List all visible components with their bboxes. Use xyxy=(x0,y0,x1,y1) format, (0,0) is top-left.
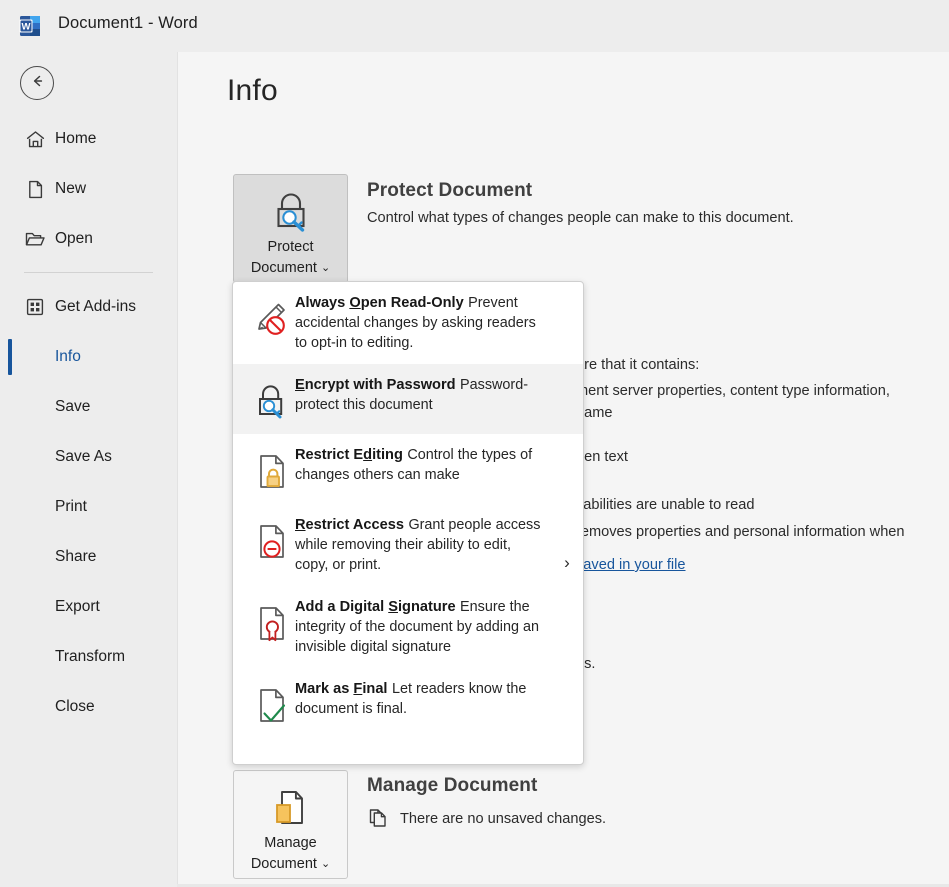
saved-in-your-file-link[interactable]: saved in your file xyxy=(576,557,686,573)
sidebar-item-home[interactable]: Home xyxy=(0,114,177,164)
svg-text:W: W xyxy=(22,21,31,32)
word-logo-icon: W xyxy=(18,13,44,39)
menu-item-always-open-read-only[interactable]: Always Open Read-Only Prevent accidental… xyxy=(233,282,583,364)
sidebar-divider xyxy=(24,272,153,273)
menu-item-encrypt-with-password[interactable]: Encrypt with Password Password-protect t… xyxy=(233,364,583,434)
sidebar-item-share[interactable]: Share xyxy=(0,532,177,582)
unsaved-changes-icon xyxy=(368,807,388,834)
manage-document-heading: Manage Document xyxy=(367,775,538,796)
backstage-nav-list: Home New Open Get Add-ins Info Save Save… xyxy=(0,114,177,732)
restrict-access-icon xyxy=(249,515,295,575)
menu-item-title: Mark as Final xyxy=(295,681,388,697)
page-title: Info xyxy=(227,74,278,107)
menu-item-title: Add a Digital Signature xyxy=(295,599,456,615)
sidebar-item-close[interactable]: Close xyxy=(0,682,177,732)
sidebar-item-label: Get Add-ins xyxy=(55,298,136,315)
sidebar-item-label: Info xyxy=(55,348,81,365)
sidebar-item-new[interactable]: New xyxy=(0,164,177,214)
menu-item-title: Always Open Read-Only xyxy=(295,295,464,311)
encrypt-with-password-icon xyxy=(249,375,295,423)
manage-document-button-label: Manage Document ⌄ xyxy=(251,833,330,875)
menu-item-title: Restrict Editing xyxy=(295,447,403,463)
sidebar-item-label: Share xyxy=(55,548,97,565)
sidebar-item-label: Home xyxy=(55,130,97,147)
sidebar-item-label: Close xyxy=(55,698,95,715)
manage-document-status: There are no unsaved changes. xyxy=(400,811,607,827)
menu-item-mark-as-final[interactable]: Mark as Final Let readers know the docum… xyxy=(233,668,583,738)
protect-document-heading: Protect Document xyxy=(367,180,533,201)
inspect-text-line-6: removes properties and personal informat… xyxy=(576,524,905,540)
manage-document-icon xyxy=(268,784,314,832)
sidebar-item-open[interactable]: Open xyxy=(0,214,177,264)
mark-as-final-icon xyxy=(249,679,295,727)
sidebar-item-label: Open xyxy=(55,230,93,247)
sidebar-item-print[interactable]: Print xyxy=(0,482,177,532)
back-button[interactable] xyxy=(20,66,54,100)
new-document-icon xyxy=(24,178,46,200)
window-title: Document1 - Word xyxy=(58,14,198,32)
restrict-access-submenu-chevron-icon[interactable]: › xyxy=(558,551,576,575)
inspect-text-line-1: are that it contains: xyxy=(576,357,700,373)
sidebar-item-info[interactable]: Info xyxy=(0,332,177,382)
sidebar-item-label: Save xyxy=(55,398,91,415)
menu-item-title: Encrypt with Password xyxy=(295,377,456,393)
sidebar-item-label: Transform xyxy=(55,648,126,665)
protect-document-menu: Always Open Read-Only Prevent accidental… xyxy=(232,281,584,765)
backstage-sidebar: Home New Open Get Add-ins Info Save Save… xyxy=(0,52,177,887)
sidebar-item-export[interactable]: Export xyxy=(0,582,177,632)
inspect-text-line-2: ment server properties, content type inf… xyxy=(576,383,890,399)
menu-item-restrict-editing[interactable]: Restrict Editing Control the types of ch… xyxy=(233,434,583,504)
open-folder-icon xyxy=(24,228,46,250)
title-bar: W Document1 - Word xyxy=(0,0,949,52)
sidebar-item-save[interactable]: Save xyxy=(0,382,177,432)
protect-document-icon xyxy=(268,188,314,236)
chevron-down-icon: ⌄ xyxy=(320,262,331,274)
menu-item-restrict-access[interactable]: Restrict Access Grant people access whil… xyxy=(233,504,583,586)
chevron-down-icon: ⌄ xyxy=(320,858,331,870)
sidebar-item-label: New xyxy=(55,180,87,197)
inspect-text-line-5: sabilities are unable to read xyxy=(576,497,755,513)
sidebar-item-get-add-ins[interactable]: Get Add-ins xyxy=(0,282,177,332)
always-open-read-only-icon xyxy=(249,293,295,353)
sidebar-item-label: Save As xyxy=(55,448,112,465)
sidebar-item-save-as[interactable]: Save As xyxy=(0,432,177,482)
protect-document-button[interactable]: Protect Document ⌄ xyxy=(233,174,348,283)
home-icon xyxy=(24,128,46,150)
sidebar-item-transform[interactable]: Transform xyxy=(0,632,177,682)
restrict-editing-icon xyxy=(249,445,295,493)
menu-item-add-digital-signature[interactable]: Add a Digital Signature Ensure the integ… xyxy=(233,586,583,668)
manage-document-button[interactable]: Manage Document ⌄ xyxy=(233,770,348,879)
menu-item-title: Restrict Access xyxy=(295,517,404,533)
back-arrow-icon xyxy=(28,72,46,95)
add-ins-grid-icon xyxy=(24,296,46,318)
add-digital-signature-icon xyxy=(249,597,295,657)
sidebar-item-label: Print xyxy=(55,498,87,515)
protect-document-description: Control what types of changes people can… xyxy=(367,210,794,226)
sidebar-item-label: Export xyxy=(55,598,100,615)
protect-document-button-label: Protect Document ⌄ xyxy=(251,237,330,279)
